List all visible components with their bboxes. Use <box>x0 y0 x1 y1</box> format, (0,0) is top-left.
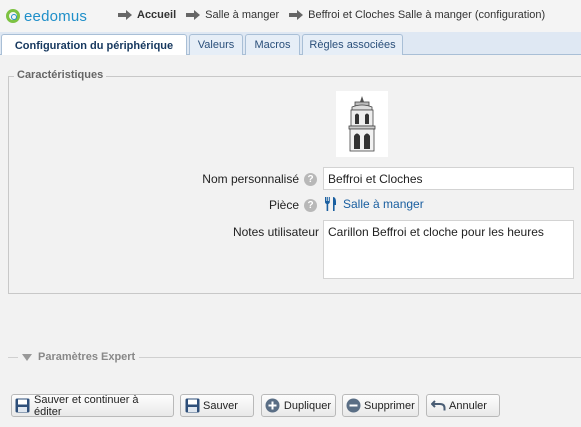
tab-device-configuration[interactable]: Configuration du périphérique <box>1 34 187 56</box>
name-label: Nom personnalisé <box>202 172 299 186</box>
breadcrumb-item-home[interactable]: Accueil <box>118 9 176 21</box>
room-link[interactable]: Salle à manger <box>324 197 424 211</box>
arrow-right-icon <box>186 10 201 20</box>
configuration-panel: Caractéristiques Nom personnalisé ? Beff… <box>0 55 581 427</box>
breadcrumb-item-current: Beffroi et Cloches Salle à manger (confi… <box>289 9 545 21</box>
save-and-continue-button[interactable]: Sauver et continuer à éditer <box>11 394 174 418</box>
save-button[interactable]: Sauver <box>180 394 254 417</box>
breadcrumb-item-room[interactable]: Salle à manger <box>186 9 279 21</box>
triangle-down-icon <box>22 353 32 361</box>
floppy-disk-icon <box>184 398 200 414</box>
breadcrumb: Accueil Salle à manger Beffroi et Cloche… <box>118 9 555 21</box>
tab-macros[interactable]: Macros <box>245 34 300 55</box>
help-icon[interactable]: ? <box>304 199 317 212</box>
fork-knife-icon <box>325 197 336 211</box>
room-link-label: Salle à manger <box>343 197 424 211</box>
tab-bar: Configuration du périphérique Valeurs Ma… <box>0 32 581 56</box>
tab-values[interactable]: Valeurs <box>189 34 243 55</box>
tab-associated-rules[interactable]: Règles associées <box>302 34 403 55</box>
arrow-right-icon <box>289 10 304 20</box>
minus-circle-icon <box>346 398 361 414</box>
name-field[interactable]: Beffroi et Cloches <box>323 167 574 190</box>
top-bar: eedomus Accueil Salle à manger Beffroi e… <box>0 0 581 32</box>
delete-button[interactable]: Supprimer <box>342 394 419 417</box>
help-icon[interactable]: ? <box>304 173 317 186</box>
logo-ring-icon <box>6 9 20 23</box>
notes-textarea[interactable]: Carillon Beffroi et cloche pour les heur… <box>323 220 574 279</box>
characteristics-legend: Caractéristiques <box>14 69 107 81</box>
cancel-button[interactable]: Annuler <box>426 394 500 417</box>
arrow-right-icon <box>118 10 132 20</box>
duplicate-button[interactable]: Dupliquer <box>261 394 336 417</box>
logo-text: eedomus <box>24 7 88 25</box>
notes-label: Notes utilisateur <box>232 225 319 239</box>
undo-arrow-icon <box>430 398 446 414</box>
floppy-disk-icon <box>15 398 31 414</box>
room-label: Pièce <box>268 198 299 212</box>
plus-circle-icon <box>265 398 281 414</box>
bell-tower-image <box>336 91 388 157</box>
expert-label: Paramètres Expert <box>38 351 136 363</box>
eedomus-logo[interactable]: eedomus <box>6 6 87 26</box>
expert-toggle[interactable]: Paramètres Expert <box>18 351 140 363</box>
